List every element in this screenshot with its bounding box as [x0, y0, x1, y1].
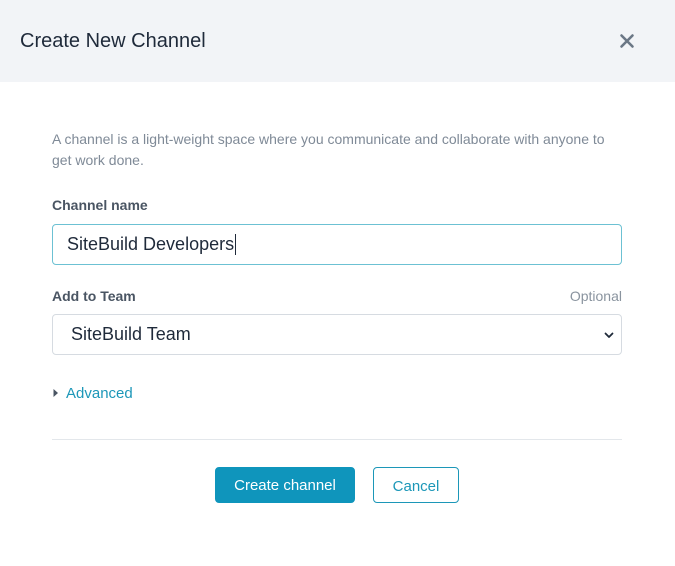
channel-name-value: SiteBuild Developers [67, 234, 235, 254]
dialog-description: A channel is a light-weight space where … [52, 131, 605, 168]
caret-right-icon [53, 389, 58, 397]
team-label: Add to Team [52, 288, 136, 304]
dialog-title: Create New Channel [20, 30, 206, 52]
channel-name-input[interactable]: SiteBuild Developers [52, 224, 622, 265]
dialog-header: Create New Channel [0, 0, 675, 82]
advanced-label: Advanced [66, 384, 133, 402]
text-cursor [235, 234, 237, 255]
create-channel-dialog: Create New Channel A channel is a light-… [0, 0, 675, 566]
close-icon [620, 34, 634, 48]
team-select[interactable]: SiteBuild Team [52, 314, 622, 355]
channel-name-label: Channel name [52, 197, 148, 213]
close-button[interactable] [616, 30, 638, 52]
footer-divider [52, 439, 622, 440]
chevron-down-icon [604, 332, 614, 338]
create-channel-button[interactable]: Create channel [215, 467, 355, 503]
cancel-button[interactable]: Cancel [373, 467, 459, 503]
team-select-value: SiteBuild Team [71, 324, 191, 344]
optional-label: Optional [569, 288, 622, 304]
advanced-toggle[interactable]: Advanced [52, 384, 133, 402]
